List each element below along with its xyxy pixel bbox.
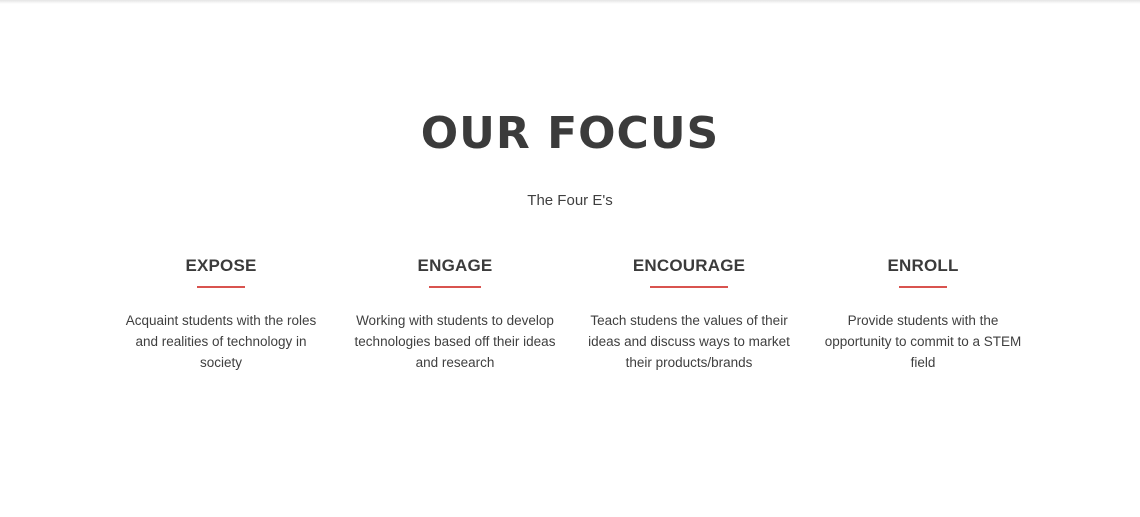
pillar-enroll: ENROLL Provide students with the opportu… — [806, 254, 1040, 373]
pillar-underline — [899, 286, 947, 288]
pillar-heading: ENROLL — [887, 256, 959, 275]
pillar-underline — [429, 286, 481, 288]
pillar-encourage: ENCOURAGE Teach studens the values of th… — [572, 254, 806, 373]
pillar-description: Acquaint students with the roles and rea… — [125, 313, 317, 370]
pillar-description: Teach studens the values of their ideas … — [588, 313, 790, 370]
pillar-heading: ENGAGE — [417, 256, 493, 275]
our-focus-section: OUR FOCUS The Four E's EXPOSE Acquaint s… — [0, 0, 1140, 517]
pillar-underline — [197, 286, 245, 288]
pillar-expose: EXPOSE Acquaint students with the roles … — [104, 254, 338, 373]
pillar-underline — [650, 286, 728, 288]
section-subtitle: The Four E's — [527, 192, 613, 209]
pillar-description: Working with students to develop technol… — [354, 313, 556, 370]
pillar-description: Provide students with the opportunity to… — [824, 313, 1022, 370]
pillar-heading: EXPOSE — [185, 256, 257, 275]
section-title: OUR FOCUS — [420, 108, 720, 159]
pillar-engage: ENGAGE Working with students to develop … — [338, 254, 572, 373]
focus-pillars: EXPOSE Acquaint students with the roles … — [104, 254, 1040, 373]
pillar-heading: ENCOURAGE — [632, 256, 746, 275]
